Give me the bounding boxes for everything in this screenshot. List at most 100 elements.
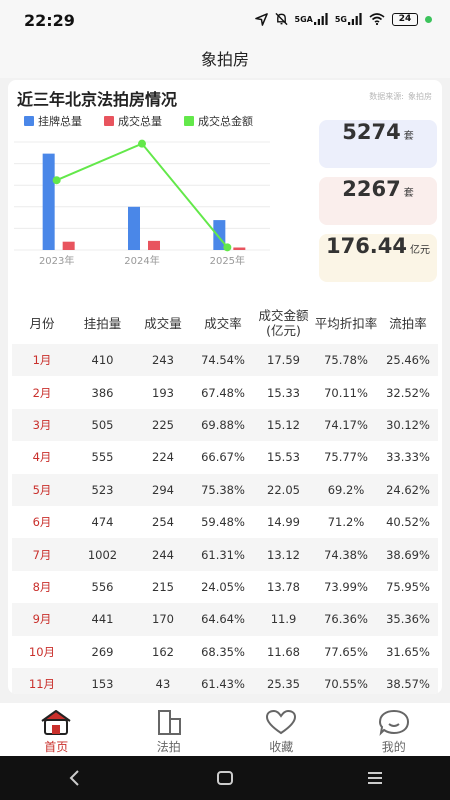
cell-deal-rate: 75.38% xyxy=(193,473,253,506)
bar-line-chart[interactable]: 2023年 2024年 2025年 xyxy=(8,132,308,272)
table-header-row: 月份 挂拍量 成交量 成交率 成交金额(亿元) 平均折扣率 流拍率 xyxy=(12,302,438,344)
chart-legend: 挂牌总量 成交总量 成交总金额 xyxy=(24,113,253,129)
cell-month: 1月 xyxy=(12,344,72,377)
table-row[interactable]: 7月 1002 244 61.31% 13.12 74.38% 38.69% xyxy=(12,538,438,571)
cell-avg-discount: 70.11% xyxy=(324,385,368,400)
table-row[interactable]: 10月 269 162 68.35% 11.68 77.65% 31.65% xyxy=(12,636,438,668)
cell-deals: 254 xyxy=(152,515,174,530)
bottom-tab-bar: 首页 法拍 收藏 我的 xyxy=(0,703,450,756)
header-listings: 挂拍量 xyxy=(83,315,122,331)
data-source-note: 数据来源: 象拍房 xyxy=(365,91,432,102)
line-point[interactable] xyxy=(138,139,146,148)
cell-deals: 244 xyxy=(133,538,193,571)
cell-listings: 441 xyxy=(72,603,133,636)
table-row[interactable]: 5月 523 294 75.38% 22.05 69.2% 24.62% xyxy=(12,473,438,506)
cell-fail-rate: 35.36% xyxy=(378,603,438,636)
legend-swatch-listings xyxy=(24,116,34,126)
cell-month: 7月 xyxy=(12,538,72,571)
tab-auction-label: 法拍 xyxy=(156,740,181,754)
cell-deals: 294 xyxy=(133,473,193,506)
cell-listings: 505 xyxy=(72,408,133,442)
line-point[interactable] xyxy=(52,176,61,185)
cell-avg-discount: 70.55% xyxy=(314,667,378,694)
cell-fail-rate: 31.65% xyxy=(386,644,430,659)
cell-avg-discount: 73.99% xyxy=(324,579,368,594)
cell-listings: 410 xyxy=(72,344,133,377)
home-nav-icon[interactable] xyxy=(215,768,235,788)
cell-listings: 474 xyxy=(91,515,114,530)
bar-deals[interactable] xyxy=(233,247,246,250)
header-month: 月份 xyxy=(29,315,55,331)
profile-icon xyxy=(378,709,409,736)
header-deal-amount: 成交金额(亿元) xyxy=(258,308,309,338)
cell-month: 9月 xyxy=(12,603,72,636)
table-row[interactable]: 6月 474 254 59.48% 14.99 71.2% 40.52% xyxy=(12,506,438,538)
cell-deal-amount: 15.12 xyxy=(253,408,314,442)
table-body: 1月 410 243 74.54% 17.59 75.78% 25.46% 2月 386 193 6… xyxy=(12,344,438,694)
cell-deals: 162 xyxy=(152,644,174,659)
table-row[interactable]: 8月 556 215 24.05% 13.78 73.99% 75.95% xyxy=(12,571,438,603)
cell-deal-amount: 13.78 xyxy=(267,579,300,594)
table-row[interactable]: 4月 555 224 66.67% 15.53 75.77% 33.33% xyxy=(12,441,438,473)
home-icon xyxy=(41,710,71,735)
tab-favorites[interactable]: 收藏 xyxy=(225,703,338,756)
data-source-name: 象拍房 xyxy=(408,92,432,101)
tab-profile[interactable]: 我的 xyxy=(338,703,450,756)
stat-deals-value: 2267 xyxy=(342,177,401,201)
cell-month: 2月 xyxy=(32,385,52,400)
data-source-label: 数据来源: xyxy=(369,92,404,101)
bar-listings[interactable] xyxy=(42,153,55,250)
cell-deals: 193 xyxy=(152,385,174,400)
x-tick-label: 2023年 xyxy=(39,254,74,267)
line-point[interactable] xyxy=(223,243,232,252)
table-row[interactable]: 3月 505 225 69.88% 15.12 74.17% 30.12% xyxy=(12,408,438,442)
back-icon[interactable] xyxy=(65,768,85,788)
tab-auction[interactable]: 法拍 xyxy=(113,703,226,756)
stat-listings-value: 5274 xyxy=(342,120,401,144)
heart-icon xyxy=(266,709,297,735)
cell-deals: 215 xyxy=(152,579,174,594)
stat-deals-unit: 套 xyxy=(403,188,414,199)
cell-deals: 224 xyxy=(152,450,174,465)
legend-item-listings[interactable]: 挂牌总量 xyxy=(24,113,82,129)
bar-deals[interactable] xyxy=(148,240,160,250)
tab-home[interactable]: 首页 xyxy=(0,703,113,756)
cell-avg-discount: 77.65% xyxy=(324,644,368,659)
cell-listings: 269 xyxy=(91,644,114,659)
bar-deals[interactable] xyxy=(62,241,75,250)
cell-fail-rate: 33.33% xyxy=(386,450,430,465)
cell-listings: 1002 xyxy=(72,538,133,571)
cell-fail-rate: 75.95% xyxy=(386,579,430,594)
legend-item-amount[interactable]: 成交总金额 xyxy=(184,113,253,129)
app-title: 象拍房 xyxy=(200,50,249,69)
legend-item-deals[interactable]: 成交总量 xyxy=(104,113,162,129)
signal-5ga-icon: 5GA xyxy=(295,13,328,25)
cell-deal-amount: 15.33 xyxy=(267,385,300,400)
cell-deal-rate: 66.67% xyxy=(201,450,245,465)
cell-listings: 556 xyxy=(91,579,114,594)
cell-deal-amount: 25.35 xyxy=(253,667,314,694)
battery-icon: 24 xyxy=(392,12,418,26)
status-icons: 5GA 5G 24 xyxy=(254,12,432,26)
stat-listings-unit: 套 xyxy=(403,131,414,142)
system-nav-bar xyxy=(0,756,450,800)
monthly-table: 月份 挂拍量 成交量 成交率 成交金额(亿元) 平均折扣率 流拍率 1月 410 2… xyxy=(12,302,438,694)
legend-swatch-deals xyxy=(104,116,114,126)
stat-total-deals: 2267 套 xyxy=(319,177,437,225)
table-row[interactable]: 1月 410 243 74.54% 17.59 75.78% 25.46% xyxy=(12,344,438,377)
bar-listings[interactable] xyxy=(213,220,226,250)
cell-fail-rate: 25.46% xyxy=(378,344,438,377)
bar-listings[interactable] xyxy=(128,206,140,250)
table-row[interactable]: 11月 153 43 61.43% 25.35 70.55% 38.57% xyxy=(12,667,438,694)
cell-deal-amount: 11.68 xyxy=(267,644,300,659)
menu-icon[interactable] xyxy=(365,768,385,788)
cell-avg-discount: 75.77% xyxy=(324,450,368,465)
table-row[interactable]: 2月 386 193 67.48% 15.33 70.11% 32.52% xyxy=(12,376,438,408)
cell-fail-rate: 38.57% xyxy=(378,667,438,694)
cell-deal-rate: 59.48% xyxy=(201,515,245,530)
table-row[interactable]: 9月 441 170 64.64% 11.9 76.36% 35.36% xyxy=(12,603,438,636)
cell-deal-rate: 61.31% xyxy=(193,538,253,571)
building-icon xyxy=(157,710,181,735)
line-series-amount xyxy=(56,142,229,248)
cell-avg-discount: 74.38% xyxy=(314,538,378,571)
